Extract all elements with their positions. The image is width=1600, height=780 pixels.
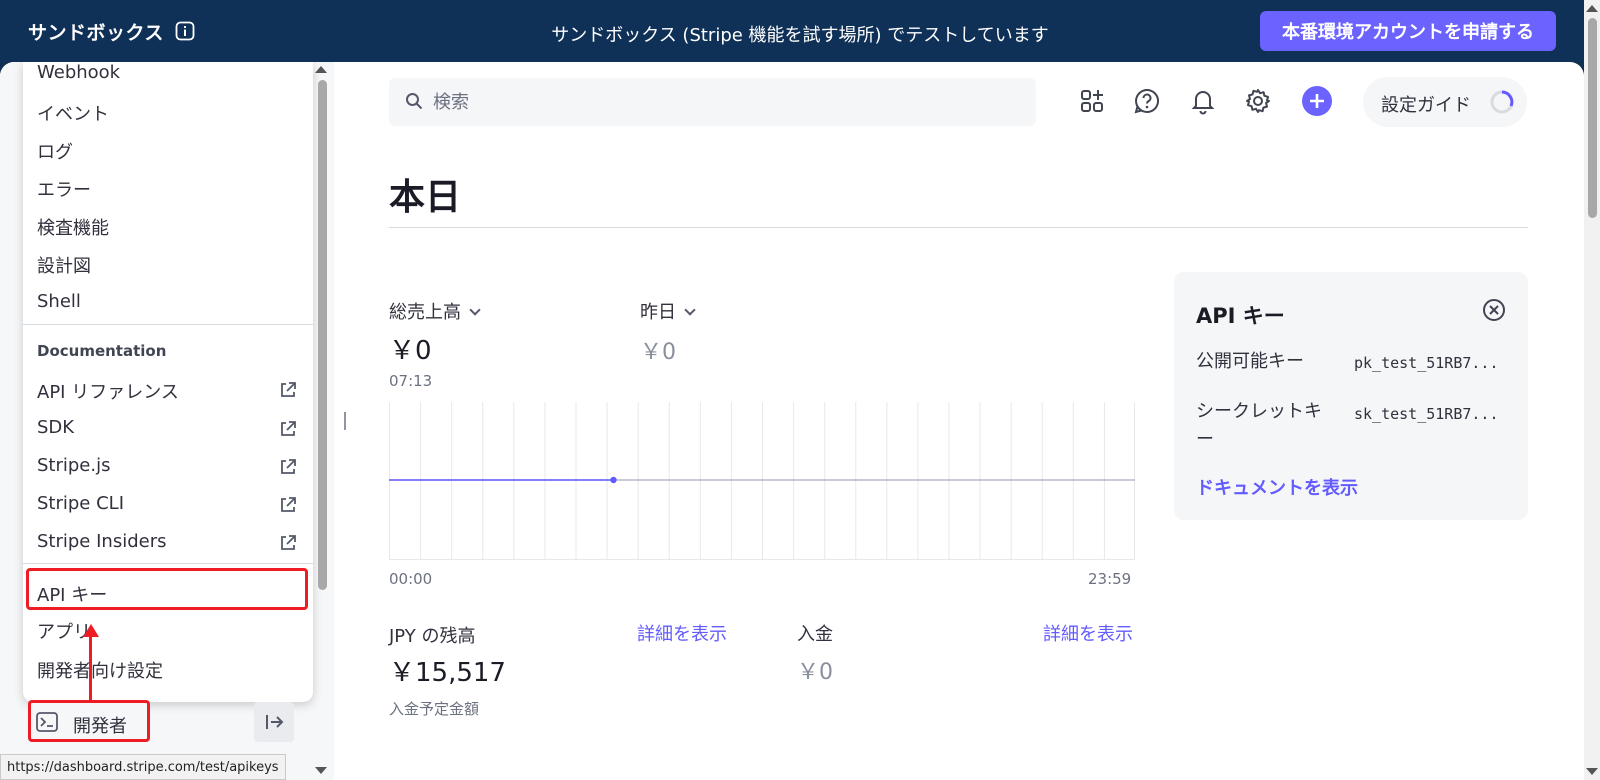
chevron-down-icon xyxy=(684,304,696,316)
developer-menu: Webhook イベント ログ エラー 検査機能 設計図 Shell Docum… xyxy=(23,62,313,702)
scroll-down-arrow-icon[interactable] xyxy=(315,767,327,774)
sandbox-banner: サンドボックス サンドボックス (Stripe 機能を試す場所) でテストしてい… xyxy=(0,0,1600,62)
menu-item-shell[interactable]: Shell xyxy=(37,291,81,312)
status-bar-url: https://dashboard.stripe.com/test/apikey… xyxy=(0,754,286,780)
menu-item-inspector[interactable]: 検査機能 xyxy=(37,214,109,240)
sidebar-scrollbar-thumb[interactable] xyxy=(318,80,327,590)
developers-label: 開発者 xyxy=(73,716,127,737)
scroll-up-arrow-icon[interactable] xyxy=(315,66,327,73)
page-scrollbar-thumb[interactable] xyxy=(1588,18,1597,218)
arrow-right-bar-icon xyxy=(266,715,284,729)
annotation-arrow-head xyxy=(83,624,99,637)
menu-item-webhook[interactable]: Webhook xyxy=(37,62,120,83)
external-link-icon xyxy=(281,497,296,512)
title-divider xyxy=(389,227,1528,228)
chart-axis-start: 00:00 xyxy=(389,570,433,588)
search-input[interactable] xyxy=(433,90,1013,114)
menu-item-logs[interactable]: ログ xyxy=(37,138,73,164)
publishable-key-value[interactable]: pk_test_51RB7... xyxy=(1354,354,1499,372)
annotation-arrow xyxy=(89,634,92,700)
secret-key-value[interactable]: sk_test_51RB7... xyxy=(1354,405,1499,423)
gross-volume-value: ￥0 xyxy=(389,336,432,366)
jpy-balance-sub: 入金予定金額 xyxy=(389,700,480,718)
jpy-balance-value: ￥15,517 xyxy=(389,658,506,688)
help-icon[interactable] xyxy=(1132,86,1162,116)
external-link-icon xyxy=(281,459,296,474)
menu-divider xyxy=(23,324,313,325)
terminal-icon xyxy=(36,712,58,732)
gross-volume-selector[interactable]: 総売上高 xyxy=(389,298,481,324)
menu-item-api-reference[interactable]: API リファレンス xyxy=(37,378,179,404)
external-link-icon xyxy=(281,382,296,397)
api-keys-card: API キー 公開可能キー pk_test_51RB7... シークレットキー … xyxy=(1174,272,1528,520)
jpy-balance-details-link[interactable]: 詳細を表示 xyxy=(637,620,727,646)
apply-live-account-button[interactable]: 本番環境アカウントを申請する xyxy=(1260,11,1556,51)
gross-volume-chart xyxy=(389,402,1135,560)
dashboard: Webhook イベント ログ エラー 検査機能 設計図 Shell Docum… xyxy=(0,62,1584,780)
yesterday-label: 昨日 xyxy=(640,302,676,323)
scroll-up-arrow-icon[interactable] xyxy=(1586,5,1598,12)
publishable-key-label: 公開可能キー xyxy=(1196,351,1304,372)
external-link-icon xyxy=(281,535,296,550)
apps-grid-icon[interactable] xyxy=(1077,86,1107,116)
menu-divider xyxy=(23,563,313,564)
gross-volume-time: 07:13 xyxy=(389,372,433,390)
gross-volume-label: 総売上高 xyxy=(389,302,461,323)
menu-item-stripe-js[interactable]: Stripe.js xyxy=(37,455,111,476)
scroll-down-arrow-icon[interactable] xyxy=(1586,768,1598,775)
menu-item-developer-settings[interactable]: 開発者向け設定 xyxy=(37,657,163,683)
plus-icon xyxy=(1310,94,1324,108)
collapse-sidebar-button[interactable] xyxy=(254,702,294,742)
close-icon[interactable] xyxy=(1482,298,1506,322)
yesterday-value: ￥0 xyxy=(640,340,676,365)
gear-icon[interactable] xyxy=(1243,86,1273,116)
search-icon xyxy=(406,93,423,110)
resize-handle[interactable] xyxy=(344,412,346,430)
menu-item-stripe-insiders[interactable]: Stripe Insiders xyxy=(37,531,166,552)
menu-item-blueprints[interactable]: 設計図 xyxy=(37,252,91,278)
chart-axis-end: 23:59 xyxy=(1088,570,1132,588)
menu-item-errors[interactable]: エラー xyxy=(37,176,91,202)
menu-item-sdk[interactable]: SDK xyxy=(37,417,74,438)
compare-period-selector[interactable]: 昨日 xyxy=(640,298,696,324)
menu-item-api-keys[interactable]: API キー xyxy=(37,581,107,607)
developers-button[interactable]: 開発者 xyxy=(28,700,150,742)
menu-item-events[interactable]: イベント xyxy=(37,100,109,126)
documentation-heading: Documentation xyxy=(37,342,167,360)
external-link-icon xyxy=(281,421,296,436)
jpy-balance-label: JPY の残高 xyxy=(389,626,476,647)
search-bar[interactable] xyxy=(389,78,1036,126)
progress-ring-icon xyxy=(1490,90,1514,114)
bell-icon[interactable] xyxy=(1188,86,1218,116)
setup-guide-label: 設定ガイド xyxy=(1381,95,1471,116)
chevron-down-icon xyxy=(469,304,481,316)
deposit-label: 入金 xyxy=(797,624,833,645)
deposit-value: ￥0 xyxy=(797,660,833,685)
api-keys-card-title: API キー xyxy=(1196,304,1285,328)
page-title: 本日 xyxy=(389,177,462,218)
secret-key-label: シークレットキー xyxy=(1196,401,1322,450)
setup-guide-button[interactable]: 設定ガイド xyxy=(1363,77,1527,127)
menu-item-stripe-cli[interactable]: Stripe CLI xyxy=(37,493,124,514)
chart-current-point xyxy=(610,476,617,484)
create-button[interactable] xyxy=(1302,86,1332,116)
view-docs-link[interactable]: ドキュメントを表示 xyxy=(1196,474,1358,500)
deposit-details-link[interactable]: 詳細を表示 xyxy=(1043,620,1133,646)
